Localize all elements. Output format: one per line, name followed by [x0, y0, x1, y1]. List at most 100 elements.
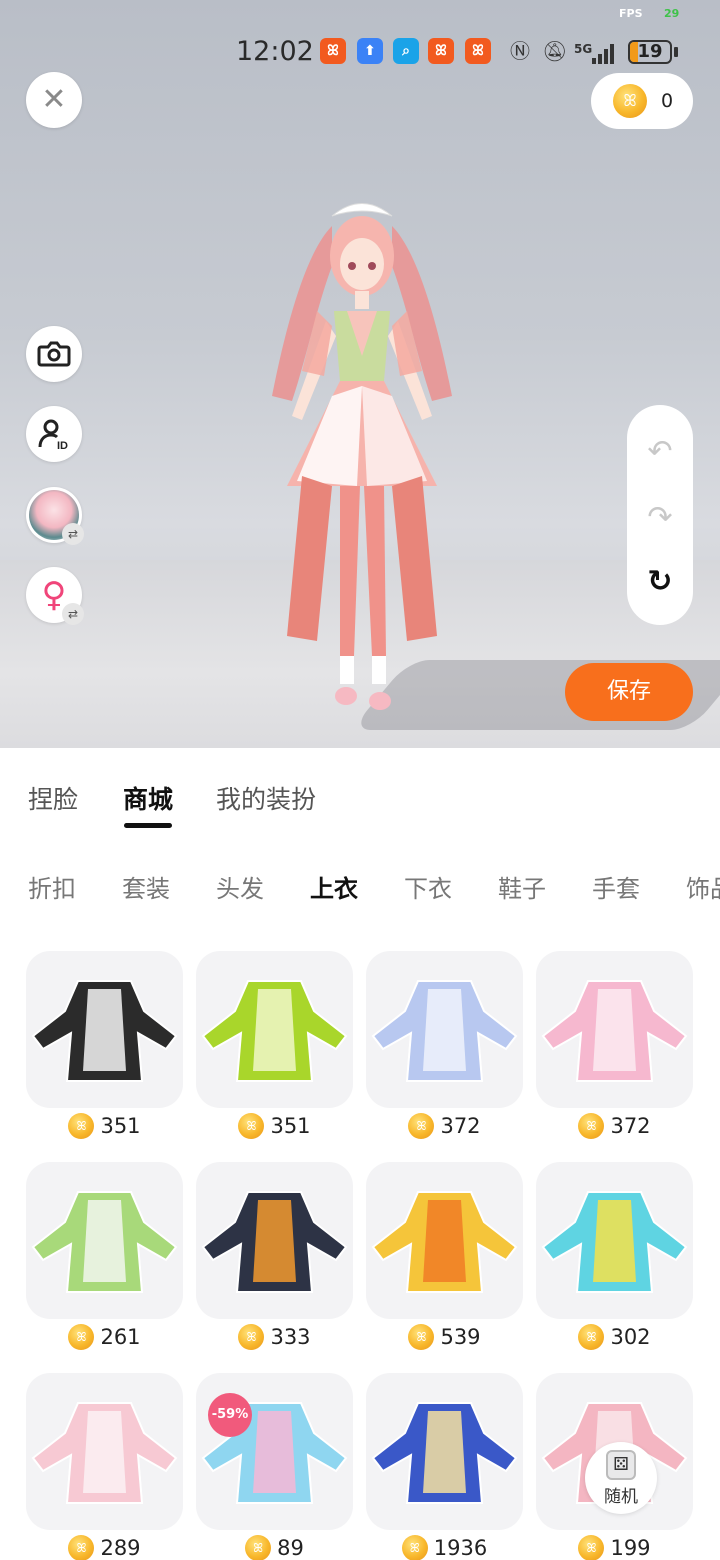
price-value: 351: [270, 1114, 311, 1138]
coin-icon: [68, 1113, 95, 1139]
active-tab-indicator: [124, 823, 172, 828]
category-gloves[interactable]: 手套: [592, 869, 640, 904]
garment-image: [541, 980, 688, 1082]
signal-icon: [592, 44, 614, 64]
network-type: 5G: [574, 42, 593, 56]
svg-text:ID: ID: [57, 440, 68, 451]
coin-count: 0: [661, 90, 674, 112]
garment-image: [31, 1402, 178, 1504]
save-button[interactable]: 保存: [565, 663, 693, 721]
coin-icon: [245, 1535, 272, 1560]
garment-image: [201, 1191, 348, 1293]
item-thumbnail: [196, 951, 353, 1108]
discount-badge: -59%: [208, 1393, 252, 1437]
item-card[interactable]: -59% 89: [196, 1373, 353, 1560]
category-bottoms[interactable]: 下衣: [404, 869, 452, 904]
tab-my-outfits[interactable]: 我的装扮: [216, 780, 316, 816]
fps-label: FPS: [619, 7, 643, 20]
coin-icon: [401, 1535, 428, 1560]
swap-icon: ⇄: [62, 603, 84, 625]
coin-icon: [68, 1535, 95, 1560]
item-thumbnail: [196, 1162, 353, 1319]
price-value: 351: [100, 1114, 141, 1138]
shop-panel: 捏脸 商城 我的装扮 折扣 套装 头发 上衣 下衣 鞋子 手套 饰品 351 35…: [0, 748, 720, 1560]
price-value: 539: [440, 1325, 481, 1349]
item-card[interactable]: 372: [366, 951, 523, 1139]
redo-icon: ↷: [647, 500, 673, 535]
camera-icon: [37, 341, 71, 367]
item-card[interactable]: 333: [196, 1162, 353, 1350]
item-card[interactable]: 351: [26, 951, 183, 1139]
item-card[interactable]: 261: [26, 1162, 183, 1350]
random-label: 随机: [604, 1487, 638, 1507]
random-button[interactable]: ⚄ 随机: [585, 1442, 657, 1514]
item-price: 89: [196, 1535, 353, 1560]
close-button[interactable]: ✕: [26, 72, 82, 128]
coin-icon: [68, 1324, 95, 1350]
item-card[interactable]: 372: [536, 951, 693, 1139]
price-value: 199: [610, 1536, 651, 1560]
swap-icon: ⇄: [62, 523, 84, 545]
camera-button[interactable]: [26, 326, 82, 382]
item-price: 1936: [366, 1535, 523, 1560]
item-price: 539: [366, 1324, 523, 1350]
category-accessories[interactable]: 饰品: [686, 869, 720, 904]
switch-avatar-button[interactable]: ⇄: [26, 487, 84, 545]
item-card[interactable]: 289: [26, 1373, 183, 1560]
category-hair[interactable]: 头发: [216, 869, 264, 904]
coin-icon: [578, 1113, 605, 1139]
mute-bell-icon: 🔕︎: [542, 39, 568, 63]
item-thumbnail: [536, 1162, 693, 1319]
garment-image: [371, 1402, 518, 1504]
profile-id-button[interactable]: ID: [26, 406, 82, 462]
dice-icon: ⚄: [606, 1450, 636, 1480]
category-shoes[interactable]: 鞋子: [498, 869, 546, 904]
undo-button[interactable]: ↶: [627, 425, 693, 479]
undo-icon: ↶: [647, 434, 673, 469]
redo-button[interactable]: ↷: [627, 491, 693, 545]
status-time: 12:02: [236, 36, 314, 67]
price-value: 372: [610, 1114, 651, 1138]
garment-image: [541, 1191, 688, 1293]
item-card[interactable]: 539: [366, 1162, 523, 1350]
item-price: 372: [366, 1113, 523, 1139]
coin-icon: [238, 1324, 265, 1350]
coin-icon: [238, 1113, 265, 1139]
price-value: 261: [100, 1325, 141, 1349]
close-icon: ✕: [41, 82, 67, 117]
price-value: 333: [270, 1325, 311, 1349]
nfc-icon: Ⓝ: [510, 39, 530, 63]
price-value: 372: [440, 1114, 481, 1138]
item-thumbnail: [26, 1162, 183, 1319]
garment-image: [371, 980, 518, 1082]
character-model[interactable]: [262, 186, 462, 716]
category-sets[interactable]: 套装: [122, 869, 170, 904]
item-thumbnail: [26, 951, 183, 1108]
garment-image: [31, 980, 178, 1082]
edit-history-panel: ↶ ↷ ↻: [627, 405, 693, 625]
garment-image: [31, 1191, 178, 1293]
item-price: 289: [26, 1535, 183, 1560]
tab-face-editor[interactable]: 捏脸: [28, 780, 78, 816]
avatar-viewport[interactable]: FPS 29 12:02 ꕤ ⬆ ⌕ ꕤ ꕤ Ⓝ 🔕︎ 5G 19 ✕ 0: [0, 0, 720, 748]
app-notification-icon: ꕤ: [428, 38, 454, 64]
coin-icon: [408, 1324, 435, 1350]
price-value: 1936: [433, 1536, 488, 1560]
tab-shop[interactable]: 商城: [123, 780, 173, 816]
price-value: 289: [100, 1536, 141, 1560]
reset-button[interactable]: ↻: [627, 555, 693, 609]
upload-notification-icon: ⬆: [357, 38, 383, 64]
battery-tip: [674, 47, 678, 57]
item-thumbnail: -59%: [196, 1373, 353, 1530]
item-thumbnail: [366, 951, 523, 1108]
item-card[interactable]: 302: [536, 1162, 693, 1350]
item-thumbnail: [26, 1373, 183, 1530]
item-card[interactable]: 351: [196, 951, 353, 1139]
category-tops[interactable]: 上衣: [310, 869, 358, 904]
coin-icon: [578, 1324, 605, 1350]
coin-balance[interactable]: 0: [591, 73, 693, 129]
item-card[interactable]: 1936: [366, 1373, 523, 1560]
switch-gender-button[interactable]: ♀ ⇄: [26, 567, 84, 625]
item-price: 261: [26, 1324, 183, 1350]
category-discount[interactable]: 折扣: [28, 869, 76, 904]
